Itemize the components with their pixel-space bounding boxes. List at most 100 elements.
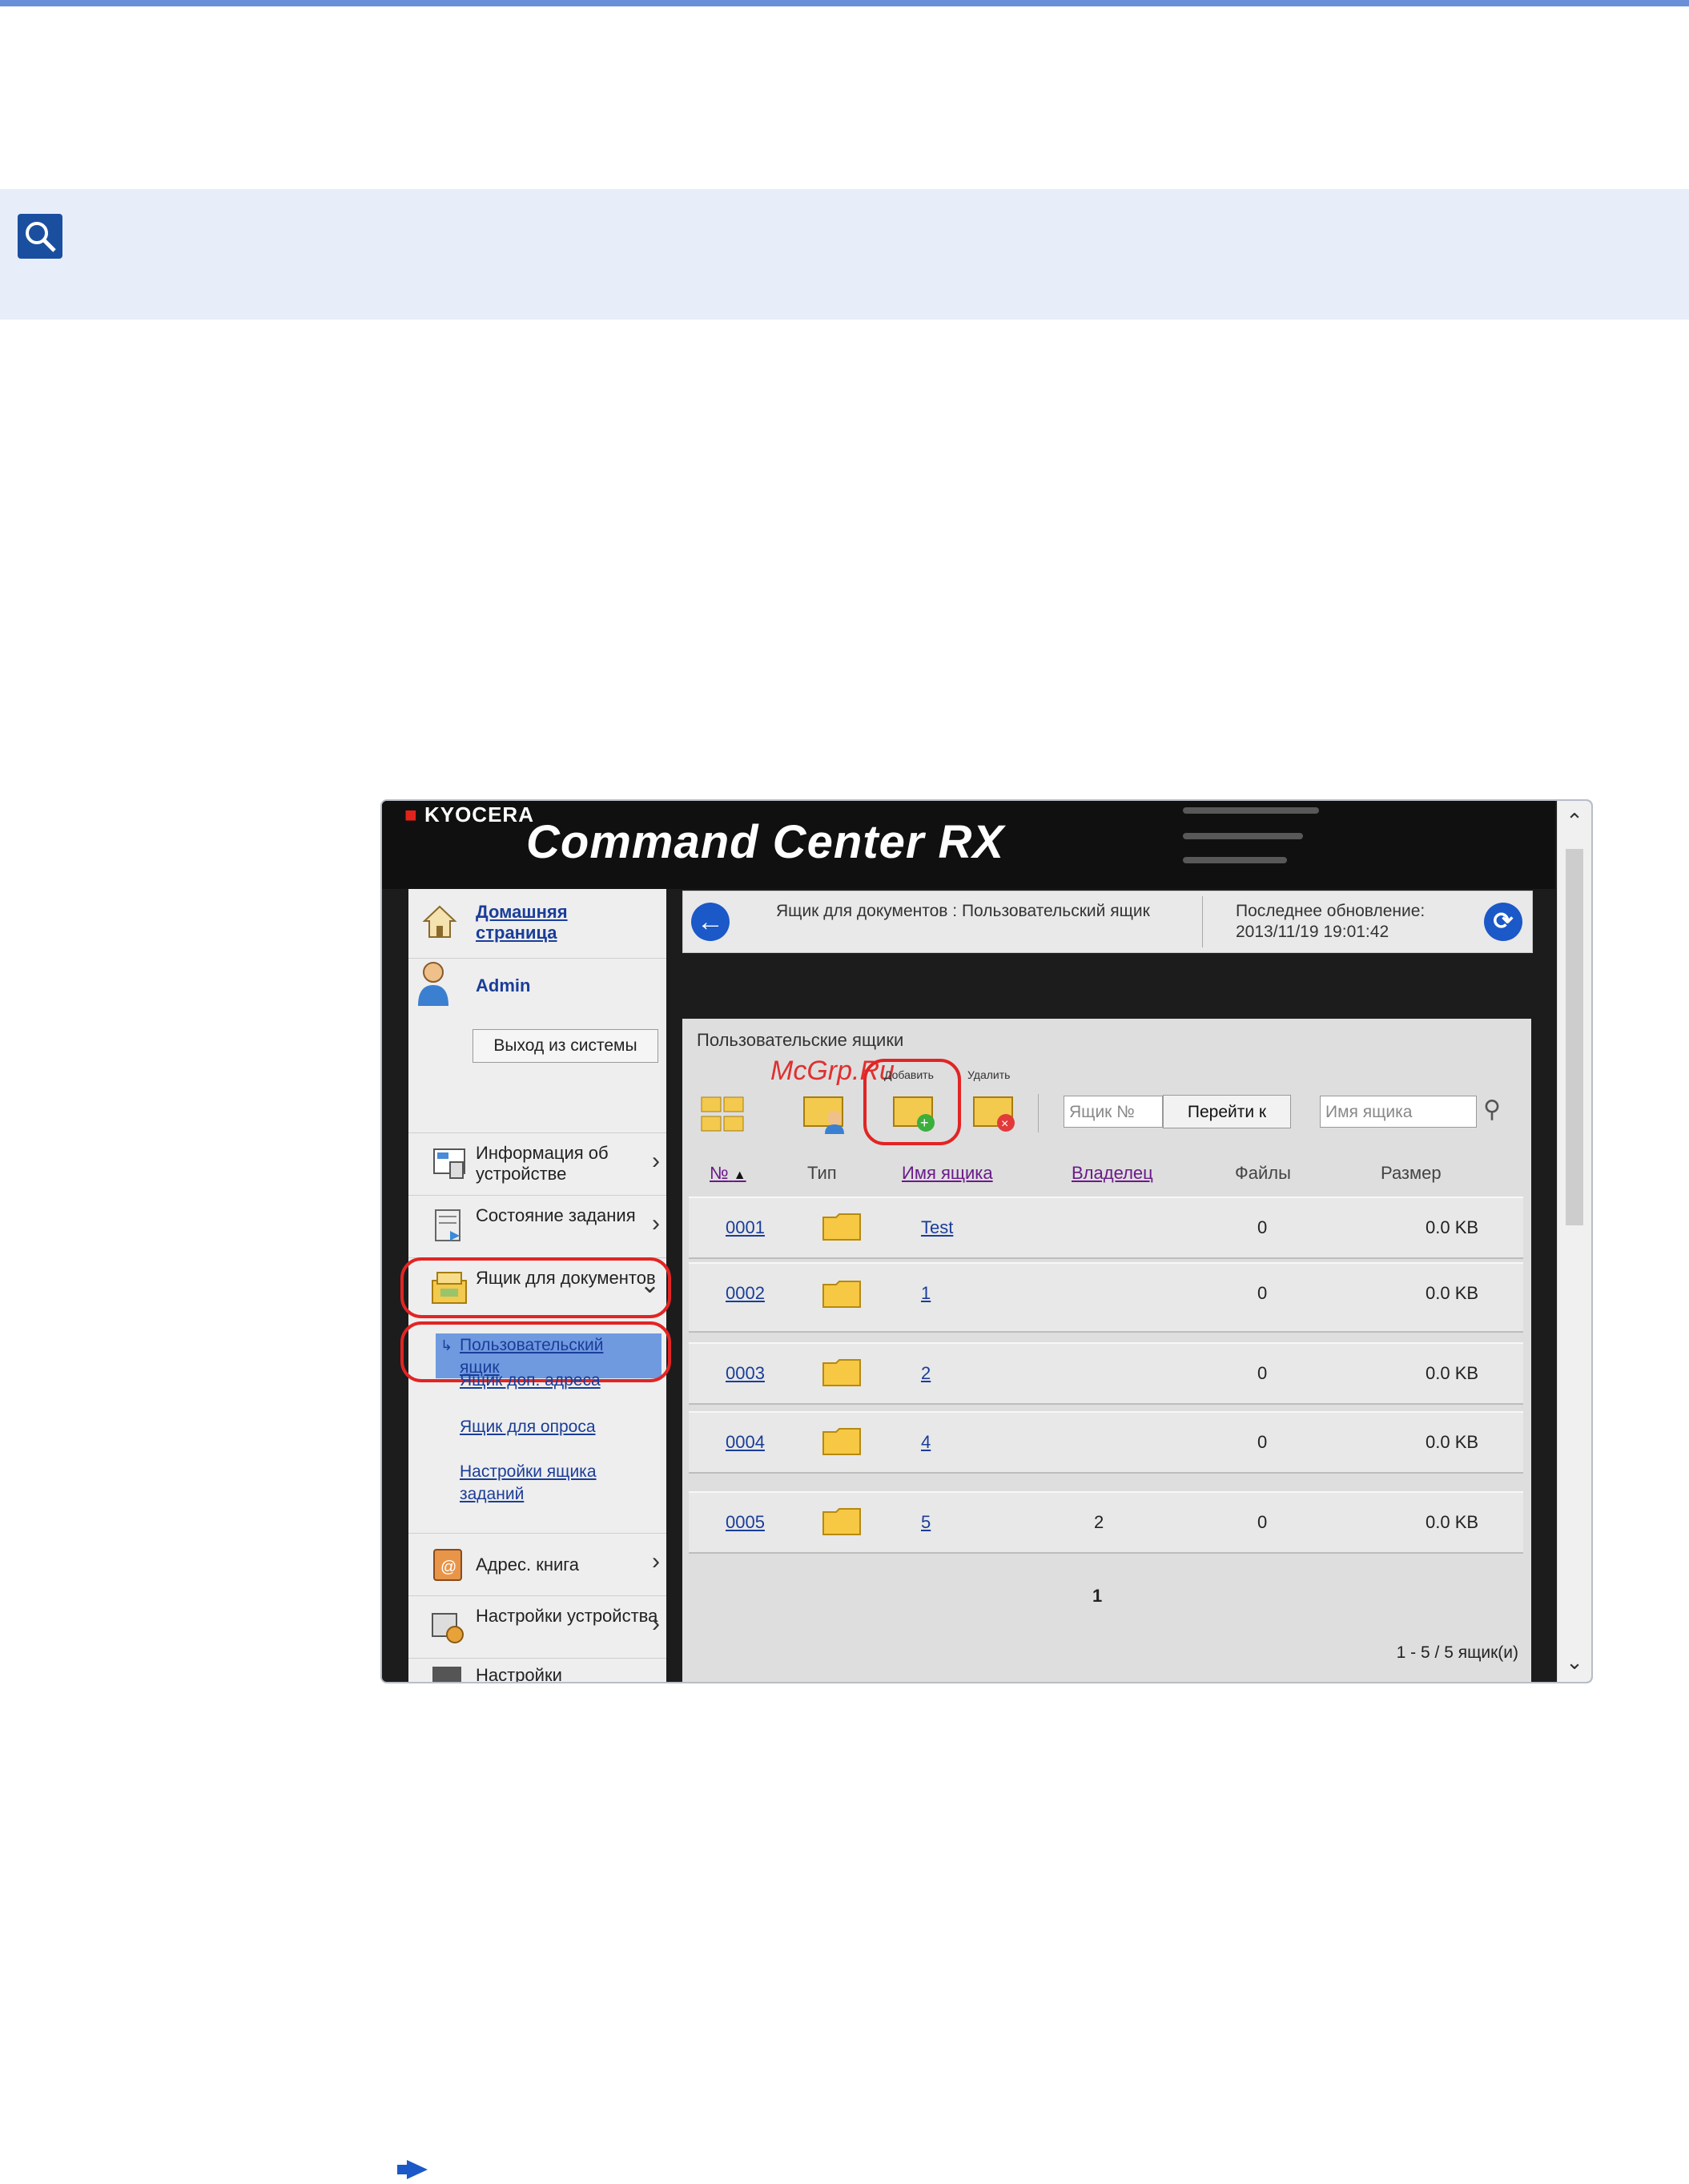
highlight-ring [400, 1257, 671, 1318]
folder-icon [822, 1506, 863, 1539]
top-accent-bar [0, 0, 1689, 6]
logout-button[interactable]: Выход из системы [473, 1029, 658, 1063]
table-row[interactable]: 0002 1 0 0.0 KB [689, 1262, 1523, 1333]
sidebar-item-label: Настройки устройства [476, 1606, 658, 1626]
box-number-input[interactable]: Ящик № [1064, 1096, 1163, 1128]
arrow-right-icon [407, 2160, 428, 2179]
sidebar-subitem-extra-address-box[interactable]: Ящик доп. адреса [460, 1370, 601, 1392]
box-name-link[interactable]: 2 [921, 1363, 931, 1384]
chevron-right-icon[interactable]: › [652, 1210, 660, 1237]
blurred-info [1183, 833, 1303, 839]
home-icon [421, 903, 458, 940]
box-size: 0.0 KB [1426, 1363, 1479, 1383]
sidebar-home[interactable]: Домашняя страница [408, 889, 666, 959]
box-count: 1 - 5 / 5 ящик(и) [1396, 1643, 1518, 1662]
app-title: Command Center RX [526, 816, 1005, 868]
note-banner [0, 189, 1689, 320]
address-book-icon: @ [429, 1546, 466, 1583]
kyocera-logo: ■ KYOCERA [404, 802, 534, 827]
owner-box-icon[interactable] [802, 1089, 844, 1134]
table-row[interactable]: 0004 4 0 0.0 KB [689, 1411, 1523, 1474]
box-name-link[interactable]: 1 [921, 1283, 931, 1304]
box-number-link[interactable]: 0002 [726, 1283, 765, 1304]
refresh-icon[interactable]: ⟳ [1484, 903, 1522, 941]
sidebar: Домашняя страница Admin Выход из системы… [400, 889, 671, 1683]
box-name-link[interactable]: 5 [921, 1512, 931, 1533]
column-header-size: Размер [1381, 1163, 1442, 1183]
box-number-link[interactable]: 0001 [726, 1217, 765, 1238]
box-number-link[interactable]: 0003 [726, 1363, 765, 1384]
view-grid-icon[interactable] [700, 1094, 744, 1132]
box-files: 0 [1257, 1432, 1268, 1452]
goto-button[interactable]: Перейти к [1163, 1095, 1291, 1128]
user-name: Admin [476, 975, 531, 995]
blurred-info [1183, 807, 1319, 814]
screenshot-window: ■ KYOCERA Command Center RX ⌃ ⌄ Домашняя… [380, 799, 1593, 1683]
table-row[interactable]: 0005 5 2 0 0.0 KB [689, 1491, 1523, 1554]
scroll-down-icon[interactable]: ⌄ [1564, 1651, 1585, 1672]
sidebar-item-settings[interactable]: Настройки [408, 1658, 666, 1683]
table-row[interactable]: 0001 Test 0 0.0 KB [689, 1197, 1523, 1259]
user-box-panel: Пользовательские ящики McGrp.Ru Добавить… [682, 1019, 1531, 1682]
box-number-link[interactable]: 0005 [726, 1512, 765, 1533]
svg-text:×: × [1001, 1117, 1008, 1131]
highlight-ring [863, 1059, 961, 1145]
settings-icon [429, 1663, 466, 1682]
sidebar-item-label: Настройки [476, 1665, 562, 1683]
last-update-time: 2013/11/19 19:01:42 [1236, 923, 1389, 941]
box-name-search-input[interactable]: Имя ящика [1320, 1096, 1477, 1128]
column-header-box-name[interactable]: Имя ящика [902, 1163, 993, 1184]
chevron-right-icon[interactable]: › [652, 1611, 660, 1638]
page-number[interactable]: 1 [1092, 1586, 1102, 1607]
toolbar-divider [1038, 1094, 1039, 1132]
box-files: 0 [1257, 1283, 1268, 1303]
sidebar-subitem-polling-box[interactable]: Ящик для опроса [460, 1416, 596, 1438]
box-size: 0.0 KB [1426, 1217, 1479, 1237]
sidebar-subitem-job-box-settings[interactable]: Настройки ящика заданий [460, 1461, 636, 1506]
folder-icon [822, 1211, 863, 1245]
breadcrumb-text: Ящик для документов : Пользовательский я… [776, 902, 1150, 920]
breadcrumb: ← Ящик для документов : Пользовательский… [682, 891, 1533, 953]
box-name-link[interactable]: 4 [921, 1432, 931, 1453]
sidebar-user: Admin [408, 959, 666, 1040]
tip-magnifier-icon [18, 214, 62, 259]
sidebar-item-device-info[interactable]: Информация об устройстве › [408, 1132, 666, 1196]
table-row[interactable]: 0003 2 0 0.0 KB [689, 1342, 1523, 1405]
scroll-up-icon[interactable]: ⌃ [1564, 810, 1585, 831]
toolbar: McGrp.Ru Добавить + Удалить × Ящик № Пер… [682, 1056, 1531, 1145]
sidebar-item-label: Состояние задания [476, 1205, 636, 1225]
search-icon[interactable]: ⚲ [1483, 1096, 1501, 1124]
device-info-icon [431, 1144, 468, 1181]
folder-icon [822, 1278, 863, 1312]
box-number-link[interactable]: 0004 [726, 1432, 765, 1453]
column-header-number[interactable]: № ▲ [710, 1163, 746, 1184]
app-header: ■ KYOCERA Command Center RX [382, 801, 1555, 889]
column-header-type: Тип [807, 1163, 837, 1183]
box-owner: 2 [1094, 1512, 1104, 1532]
sidebar-item-label: Информация об устройстве [476, 1143, 609, 1184]
home-link[interactable]: Домашняя страница [476, 902, 652, 943]
panel-title: Пользовательские ящики [697, 1030, 904, 1050]
svg-text:@: @ [440, 1559, 456, 1576]
column-header-owner[interactable]: Владелец [1072, 1163, 1153, 1184]
user-avatar-icon [415, 959, 452, 1006]
last-update-label: Последнее обновление: [1236, 902, 1426, 920]
box-files: 0 [1257, 1512, 1268, 1532]
folder-icon [822, 1357, 863, 1390]
sidebar-item-job-status[interactable]: Состояние задания › [408, 1195, 666, 1258]
chevron-right-icon[interactable]: › [652, 1548, 660, 1575]
divider [1202, 896, 1203, 947]
device-settings-icon [429, 1607, 466, 1644]
vertical-scrollbar[interactable]: ⌃ ⌄ [1557, 801, 1591, 1682]
folder-icon [822, 1426, 863, 1459]
job-status-icon [431, 1207, 468, 1244]
scroll-thumb[interactable] [1566, 849, 1583, 1225]
delete-box-icon[interactable]: × [972, 1089, 1015, 1132]
sidebar-item-device-settings[interactable]: Настройки устройства › [408, 1595, 666, 1659]
back-arrow-icon[interactable]: ← [691, 903, 730, 941]
box-size: 0.0 KB [1426, 1432, 1479, 1452]
chevron-right-icon[interactable]: › [652, 1148, 660, 1175]
sidebar-item-address-book[interactable]: @ Адрес. книга › [408, 1533, 666, 1596]
delete-label: Удалить [967, 1068, 1011, 1081]
box-name-link[interactable]: Test [921, 1217, 953, 1238]
